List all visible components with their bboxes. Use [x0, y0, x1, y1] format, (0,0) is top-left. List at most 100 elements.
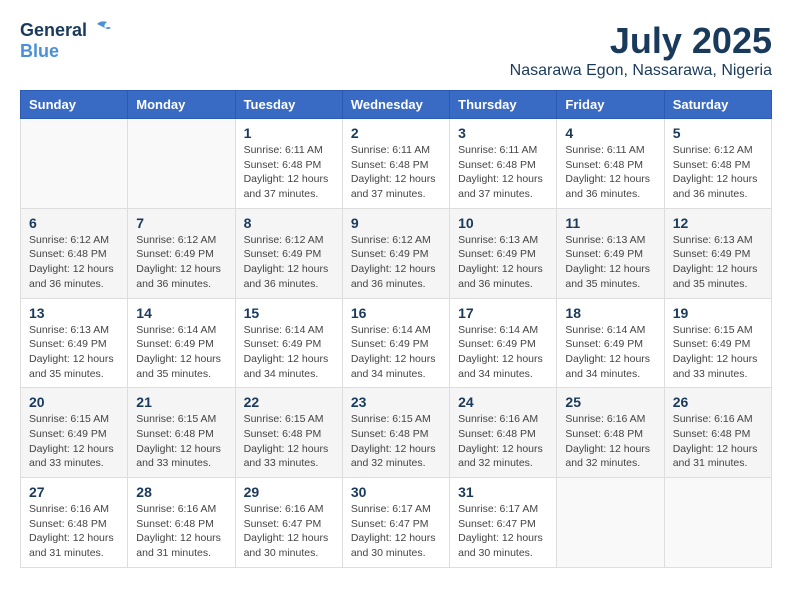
day-info: Sunrise: 6:16 AM Sunset: 6:48 PM Dayligh…	[458, 412, 548, 471]
day-info: Sunrise: 6:16 AM Sunset: 6:48 PM Dayligh…	[565, 412, 655, 471]
day-number: 22	[244, 394, 334, 410]
calendar-cell: 22 Sunrise: 6:15 AM Sunset: 6:48 PM Dayli…	[235, 388, 342, 478]
day-number: 15	[244, 305, 334, 321]
calendar-cell	[557, 478, 664, 568]
day-info: Sunrise: 6:14 AM Sunset: 6:49 PM Dayligh…	[458, 323, 548, 382]
week-row-1: 6Sunrise: 6:12 AM Sunset: 6:48 PM Daylig…	[21, 208, 772, 298]
day-number: 1	[244, 125, 334, 141]
day-info: Sunrise: 6:11 AM Sunset: 6:48 PM Dayligh…	[565, 143, 655, 202]
header: General Blue July 2025 Nasarawa Egon, Na…	[20, 20, 772, 80]
day-info: Sunrise: 6:15 AM Sunset: 6:48 PM Dayligh…	[351, 412, 441, 471]
calendar-cell: 21Sunrise: 6:15 AM Sunset: 6:48 PM Dayli…	[128, 388, 235, 478]
calendar-cell: 15Sunrise: 6:14 AM Sunset: 6:49 PM Dayli…	[235, 298, 342, 388]
day-number: 24	[458, 394, 548, 410]
logo-bird-icon	[89, 20, 111, 38]
calendar-cell: 20 Sunrise: 6:15 AM Sunset: 6:49 PM Dayli…	[21, 388, 128, 478]
day-number: 16	[351, 305, 441, 321]
week-row-2: 13 Sunrise: 6:13 AM Sunset: 6:49 PM Dayli…	[21, 298, 772, 388]
day-info: Sunrise: 6:14 AM Sunset: 6:49 PM Dayligh…	[565, 323, 655, 382]
calendar-cell: 29Sunrise: 6:16 AM Sunset: 6:47 PM Dayli…	[235, 478, 342, 568]
calendar-cell: 13 Sunrise: 6:13 AM Sunset: 6:49 PM Dayli…	[21, 298, 128, 388]
title-area: July 2025 Nasarawa Egon, Nassarawa, Nige…	[510, 20, 772, 80]
calendar-table: SundayMondayTuesdayWednesdayThursdayFrid…	[20, 90, 772, 568]
day-info: Sunrise: 6:14 AM Sunset: 6:49 PM Dayligh…	[136, 323, 226, 382]
day-number: 5	[673, 125, 763, 141]
calendar-cell: 18 Sunrise: 6:14 AM Sunset: 6:49 PM Dayli…	[557, 298, 664, 388]
day-number: 19	[673, 305, 763, 321]
day-number: 25	[565, 394, 655, 410]
week-row-4: 27 Sunrise: 6:16 AM Sunset: 6:48 PM Dayli…	[21, 478, 772, 568]
day-info: Sunrise: 6:11 AM Sunset: 6:48 PM Dayligh…	[244, 143, 334, 202]
day-number: 4	[565, 125, 655, 141]
calendar-cell: 24 Sunrise: 6:16 AM Sunset: 6:48 PM Dayli…	[450, 388, 557, 478]
weekday-header-wednesday: Wednesday	[342, 91, 449, 119]
day-info: Sunrise: 6:13 AM Sunset: 6:49 PM Dayligh…	[29, 323, 119, 382]
logo-general-text: General	[20, 20, 87, 41]
calendar-cell: 6Sunrise: 6:12 AM Sunset: 6:48 PM Daylig…	[21, 208, 128, 298]
day-info: Sunrise: 6:15 AM Sunset: 6:49 PM Dayligh…	[29, 412, 119, 471]
calendar-cell: 14 Sunrise: 6:14 AM Sunset: 6:49 PM Dayli…	[128, 298, 235, 388]
day-info: Sunrise: 6:12 AM Sunset: 6:49 PM Dayligh…	[136, 233, 226, 292]
logo-blue-text: Blue	[20, 41, 59, 62]
day-info: Sunrise: 6:16 AM Sunset: 6:48 PM Dayligh…	[29, 502, 119, 561]
calendar-cell: 12Sunrise: 6:13 AM Sunset: 6:49 PM Dayli…	[664, 208, 771, 298]
calendar-cell: 26 Sunrise: 6:16 AM Sunset: 6:48 PM Dayli…	[664, 388, 771, 478]
calendar-cell: 28Sunrise: 6:16 AM Sunset: 6:48 PM Dayli…	[128, 478, 235, 568]
day-number: 8	[244, 215, 334, 231]
weekday-header-friday: Friday	[557, 91, 664, 119]
day-info: Sunrise: 6:13 AM Sunset: 6:49 PM Dayligh…	[565, 233, 655, 292]
calendar-cell	[21, 119, 128, 209]
month-year-title: July 2025	[510, 20, 772, 62]
day-info: Sunrise: 6:15 AM Sunset: 6:49 PM Dayligh…	[673, 323, 763, 382]
day-info: Sunrise: 6:11 AM Sunset: 6:48 PM Dayligh…	[458, 143, 548, 202]
calendar-cell: 31 Sunrise: 6:17 AM Sunset: 6:47 PM Dayli…	[450, 478, 557, 568]
calendar-cell: 16 Sunrise: 6:14 AM Sunset: 6:49 PM Dayli…	[342, 298, 449, 388]
day-info: Sunrise: 6:11 AM Sunset: 6:48 PM Dayligh…	[351, 143, 441, 202]
day-number: 27	[29, 484, 119, 500]
calendar-cell: 7 Sunrise: 6:12 AM Sunset: 6:49 PM Daylig…	[128, 208, 235, 298]
day-number: 26	[673, 394, 763, 410]
calendar-cell: 27 Sunrise: 6:16 AM Sunset: 6:48 PM Dayli…	[21, 478, 128, 568]
calendar-cell: 11 Sunrise: 6:13 AM Sunset: 6:49 PM Dayli…	[557, 208, 664, 298]
day-info: Sunrise: 6:16 AM Sunset: 6:47 PM Dayligh…	[244, 502, 334, 561]
weekday-header-sunday: Sunday	[21, 91, 128, 119]
day-info: Sunrise: 6:17 AM Sunset: 6:47 PM Dayligh…	[458, 502, 548, 561]
day-number: 20	[29, 394, 119, 410]
day-info: Sunrise: 6:15 AM Sunset: 6:48 PM Dayligh…	[244, 412, 334, 471]
week-row-0: 1 Sunrise: 6:11 AM Sunset: 6:48 PM Daylig…	[21, 119, 772, 209]
day-number: 7	[136, 215, 226, 231]
location-subtitle: Nasarawa Egon, Nassarawa, Nigeria	[510, 62, 772, 80]
calendar-cell: 25 Sunrise: 6:16 AM Sunset: 6:48 PM Dayli…	[557, 388, 664, 478]
day-number: 18	[565, 305, 655, 321]
weekday-header-tuesday: Tuesday	[235, 91, 342, 119]
calendar-cell: 5Sunrise: 6:12 AM Sunset: 6:48 PM Daylig…	[664, 119, 771, 209]
day-number: 2	[351, 125, 441, 141]
day-number: 14	[136, 305, 226, 321]
day-number: 31	[458, 484, 548, 500]
day-number: 3	[458, 125, 548, 141]
logo: General Blue	[20, 20, 111, 62]
day-info: Sunrise: 6:16 AM Sunset: 6:48 PM Dayligh…	[673, 412, 763, 471]
day-number: 13	[29, 305, 119, 321]
calendar-cell	[128, 119, 235, 209]
day-number: 9	[351, 215, 441, 231]
calendar-cell: 1 Sunrise: 6:11 AM Sunset: 6:48 PM Daylig…	[235, 119, 342, 209]
day-info: Sunrise: 6:12 AM Sunset: 6:49 PM Dayligh…	[351, 233, 441, 292]
week-row-3: 20 Sunrise: 6:15 AM Sunset: 6:49 PM Dayli…	[21, 388, 772, 478]
day-number: 10	[458, 215, 548, 231]
calendar-cell	[664, 478, 771, 568]
day-number: 23	[351, 394, 441, 410]
day-info: Sunrise: 6:14 AM Sunset: 6:49 PM Dayligh…	[351, 323, 441, 382]
weekday-header-row: SundayMondayTuesdayWednesdayThursdayFrid…	[21, 91, 772, 119]
day-number: 6	[29, 215, 119, 231]
calendar-cell: 8Sunrise: 6:12 AM Sunset: 6:49 PM Daylig…	[235, 208, 342, 298]
day-info: Sunrise: 6:13 AM Sunset: 6:49 PM Dayligh…	[458, 233, 548, 292]
calendar-cell: 9 Sunrise: 6:12 AM Sunset: 6:49 PM Daylig…	[342, 208, 449, 298]
weekday-header-thursday: Thursday	[450, 91, 557, 119]
calendar-cell: 10 Sunrise: 6:13 AM Sunset: 6:49 PM Dayli…	[450, 208, 557, 298]
calendar-cell: 4 Sunrise: 6:11 AM Sunset: 6:48 PM Daylig…	[557, 119, 664, 209]
calendar-cell: 19 Sunrise: 6:15 AM Sunset: 6:49 PM Dayli…	[664, 298, 771, 388]
day-number: 11	[565, 215, 655, 231]
day-number: 21	[136, 394, 226, 410]
calendar-cell: 3 Sunrise: 6:11 AM Sunset: 6:48 PM Daylig…	[450, 119, 557, 209]
